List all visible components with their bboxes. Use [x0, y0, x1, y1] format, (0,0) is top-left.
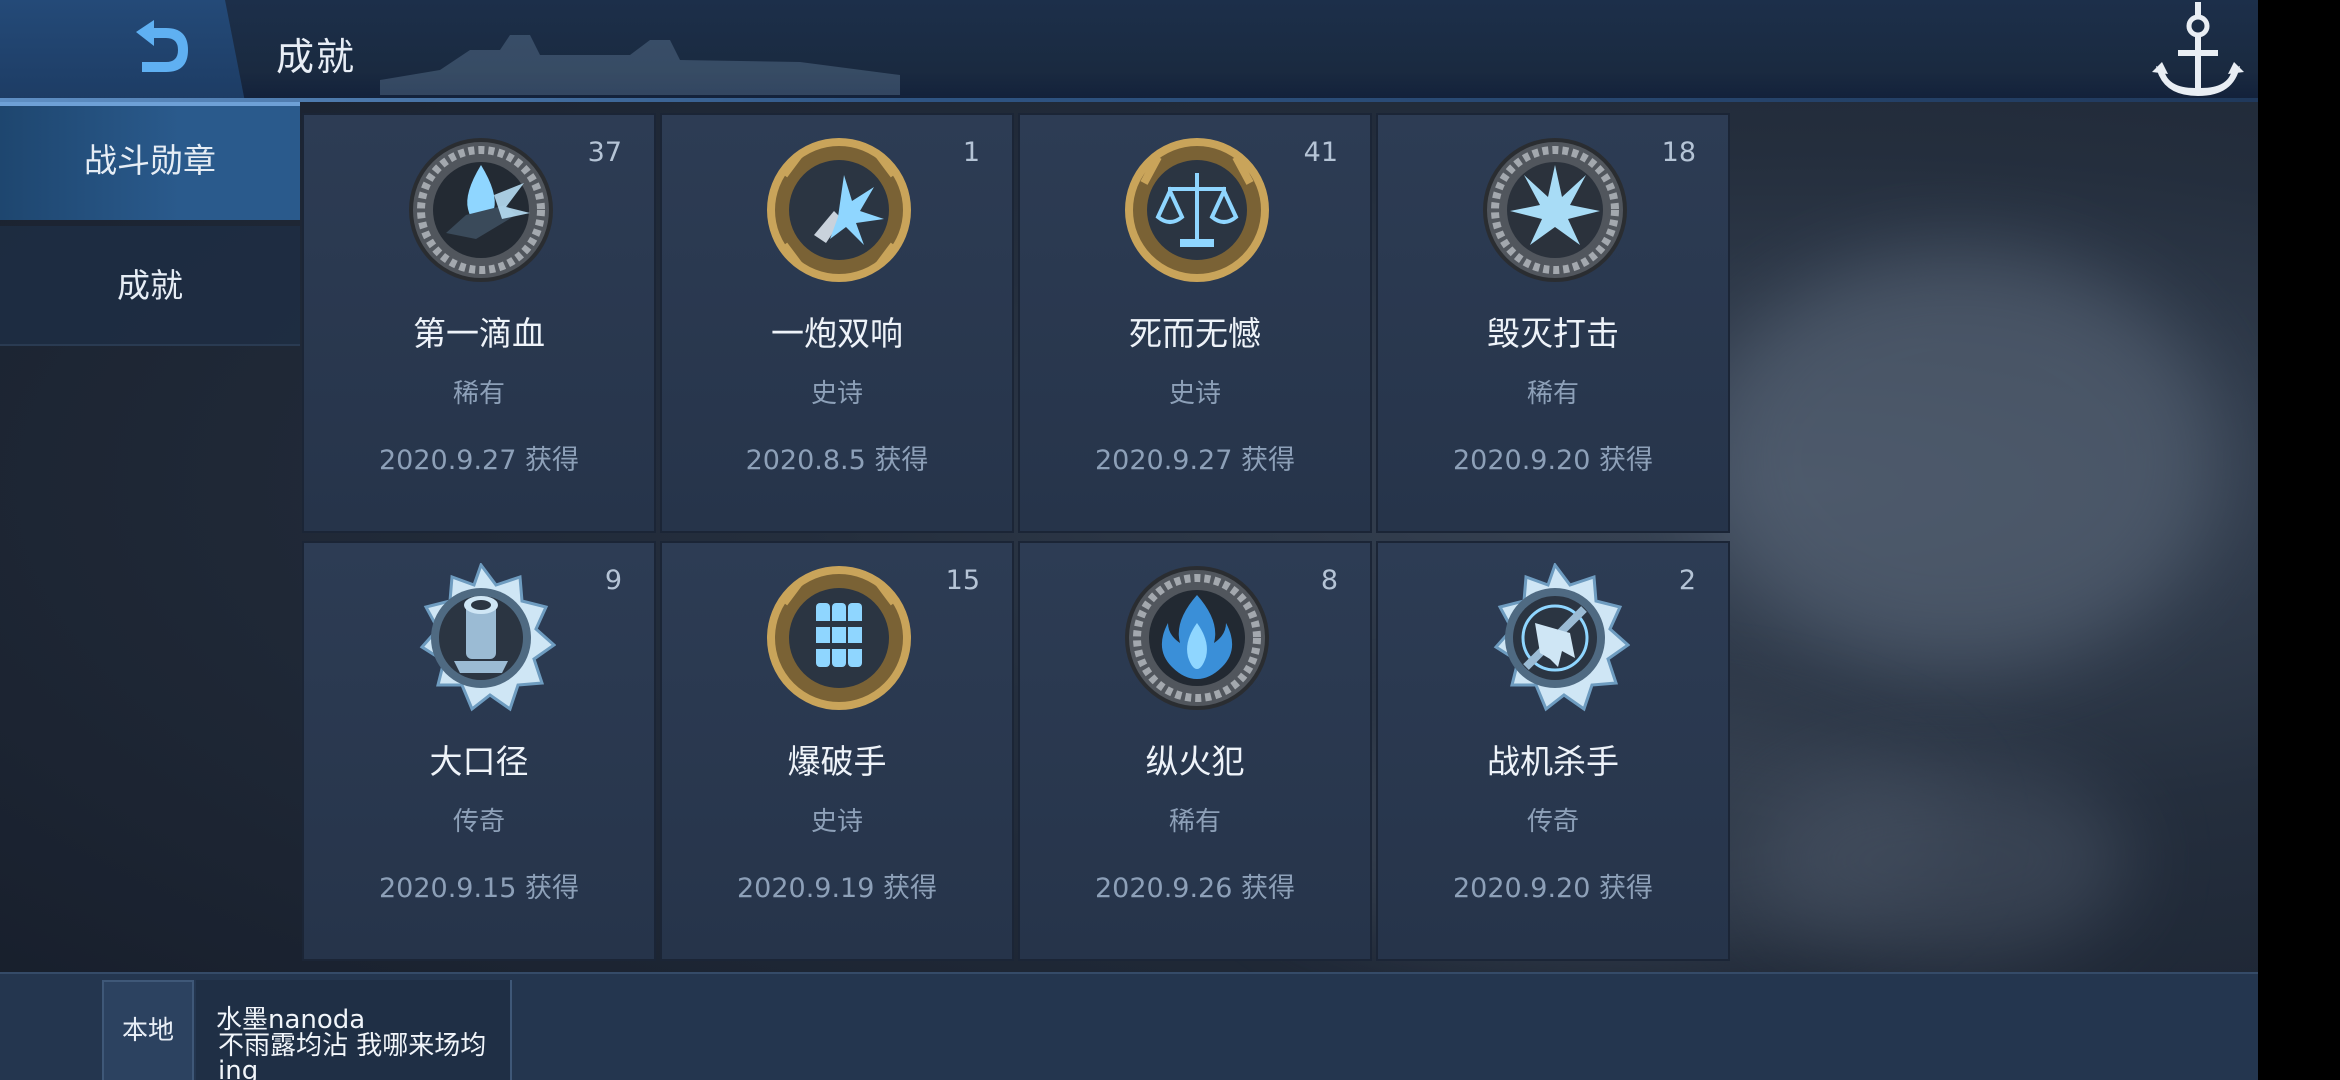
medal-count: 9: [604, 565, 622, 596]
medal-date: 2020.9.19 获得: [737, 873, 937, 904]
medal-count: 8: [1320, 565, 1338, 596]
sidebar-item-achievements[interactable]: 成就: [0, 226, 300, 346]
top-bar: 成就: [0, 0, 2258, 102]
medal-count: 18: [1661, 137, 1696, 168]
medal-count: 2: [1678, 565, 1696, 596]
medal-name: 一炮双响: [771, 314, 903, 353]
dynamite-medal-icon: [767, 566, 911, 710]
medal-name: 大口径: [429, 742, 529, 781]
medal-rarity: 稀有: [452, 379, 505, 409]
header-divider: [0, 98, 2258, 102]
medal-rarity: 史诗: [810, 807, 863, 837]
medal-rarity: 史诗: [810, 379, 863, 409]
large-caliber-medal-icon: [419, 563, 556, 712]
medal-date: 2020.9.20 获得: [1453, 445, 1653, 476]
medal-name: 毁灭打击: [1487, 314, 1619, 353]
devastating-strike-medal-icon: [1483, 138, 1627, 282]
medal-date: 2020.9.27 获得: [379, 445, 579, 476]
anchor-icon[interactable]: [2148, 0, 2248, 108]
medal-count: 41: [1303, 137, 1338, 168]
medal-card[interactable]: 1 一炮双响 史诗 2020.8.5 获得: [660, 113, 1014, 533]
double-shot-medal-icon: [767, 138, 911, 282]
medal-rarity: 传奇: [1526, 807, 1579, 837]
divider: [0, 344, 300, 346]
back-arrow-icon: [136, 20, 188, 72]
medal-card[interactable]: 15 爆破手 史诗 2020.9.19 获得: [660, 541, 1014, 961]
medal-card[interactable]: 8 纵火犯 稀有 2020.9.26 获得: [1018, 541, 1372, 961]
blood-drop-medal-icon: [409, 138, 553, 282]
medal-rarity: 传奇: [452, 807, 505, 837]
chat-preview[interactable]: 水墨nanoda 不雨露均沾 我哪来场均ing: [196, 980, 512, 1080]
chat-channel-button[interactable]: 本地: [102, 980, 194, 1080]
page-title: 成就: [276, 35, 357, 79]
sidebar-item-label: 战斗勋章: [84, 141, 216, 180]
medal-date: 2020.9.20 获得: [1453, 873, 1653, 904]
sidebar-item-label: 成就: [117, 266, 183, 305]
medal-count: 15: [945, 565, 980, 596]
medal-date: 2020.9.15 获得: [379, 873, 579, 904]
medal-rarity: 史诗: [1168, 379, 1221, 409]
medal-card[interactable]: 18 毁灭打击 稀有 2020.9.20 获得: [1376, 113, 1730, 533]
screen-edge: [2258, 0, 2340, 1080]
medal-rarity: 稀有: [1168, 807, 1221, 837]
aircraft-killer-medal-icon: [1493, 563, 1630, 712]
medal-date: 2020.9.26 获得: [1095, 873, 1295, 904]
medal-rarity: 稀有: [1526, 379, 1579, 409]
chat-message: 不雨露均沾 我哪来场均ing: [218, 1031, 487, 1080]
chat-bar: 本地 水墨nanoda 不雨露均沾 我哪来场均ing: [0, 972, 2258, 1080]
chat-sender: 水墨nanoda: [216, 1005, 366, 1035]
medal-card[interactable]: 2 战机杀手 传奇 2020.9.20 获得: [1376, 541, 1730, 961]
ship-silhouette: [380, 35, 900, 95]
arsonist-flame-medal-icon: [1125, 566, 1269, 710]
medal-name: 死而无憾: [1129, 314, 1261, 353]
medal-card[interactable]: 37 第一滴血 稀有 2020.9.27 获得: [302, 113, 656, 533]
medal-date: 2020.8.5 获得: [745, 445, 929, 476]
medal-name: 纵火犯: [1145, 742, 1245, 781]
sidebar: 战斗勋章 成就: [0, 102, 300, 970]
medal-count: 37: [587, 137, 622, 168]
back-button[interactable]: [118, 18, 198, 78]
medal-name: 爆破手: [787, 742, 887, 781]
sidebar-item-battle-medals[interactable]: 战斗勋章: [0, 102, 300, 220]
medal-grid: 37 第一滴血 稀有 2020.9.27 获得 1 一炮双响 史诗 2020.8…: [302, 113, 1730, 961]
active-indicator: [0, 102, 300, 106]
medal-name: 战机杀手: [1487, 742, 1619, 781]
medal-card[interactable]: 9 大口径 传奇 2020.9.15 获得: [302, 541, 656, 961]
medal-card[interactable]: 41 死而无憾 史诗 2020.9.27 获得: [1018, 113, 1372, 533]
medal-count: 1: [962, 137, 980, 168]
medal-name: 第一滴血: [413, 314, 545, 353]
balance-scale-medal-icon: [1125, 138, 1269, 282]
medal-date: 2020.9.27 获得: [1095, 445, 1295, 476]
